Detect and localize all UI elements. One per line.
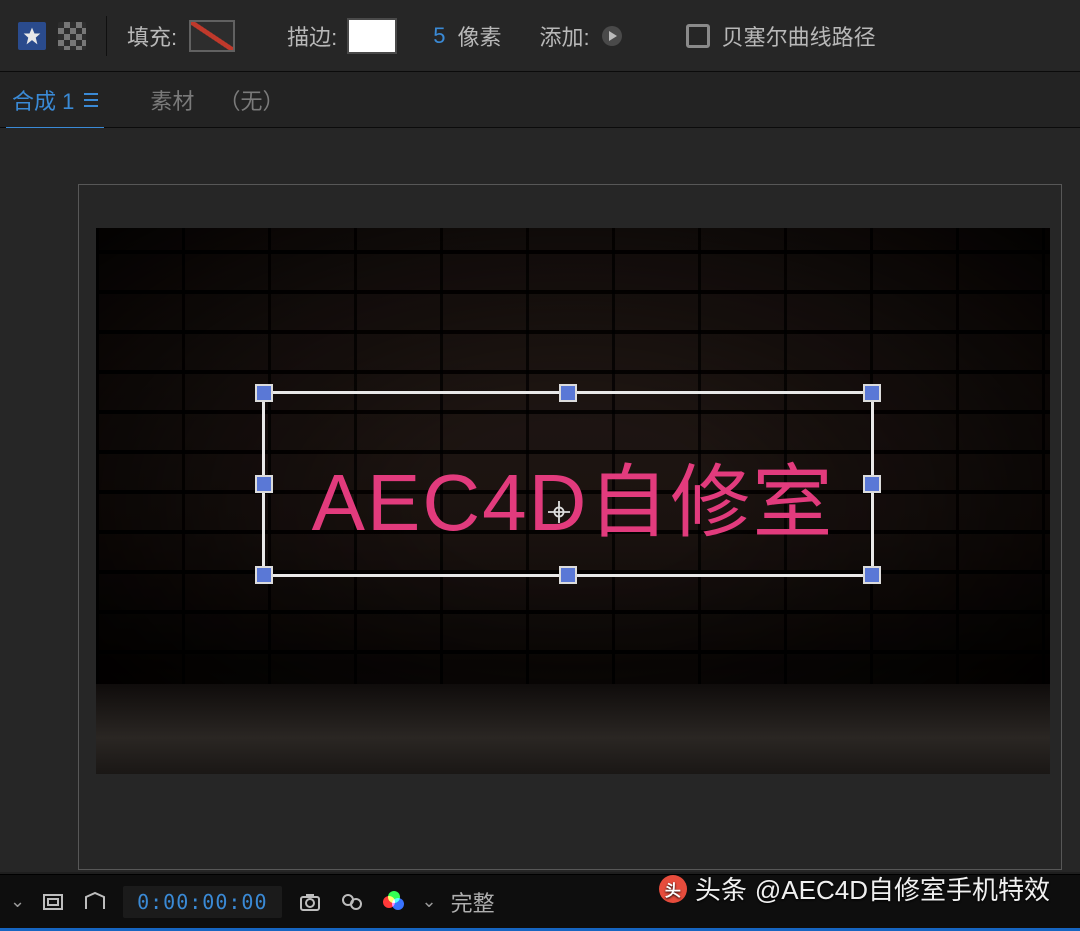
watermark-prefix: 头条 xyxy=(695,870,747,907)
handle-bot-mid[interactable] xyxy=(559,566,577,584)
stroke-swatch[interactable] xyxy=(349,20,395,52)
stroke-label: 描边: xyxy=(287,20,337,52)
watermark: 头 头条 @AEC4D自修室手机特效 xyxy=(659,870,1050,907)
handle-mid-right[interactable] xyxy=(863,475,881,493)
handle-bot-right[interactable] xyxy=(863,566,881,584)
tab-footage-label: 素材 xyxy=(150,89,194,114)
tab-footage-none: （无） xyxy=(219,89,285,114)
fill-swatch[interactable] xyxy=(189,20,235,52)
tab-composition[interactable]: 合成 1 xyxy=(6,70,104,130)
transparency-toggle-icon[interactable] xyxy=(81,888,109,916)
selection-box[interactable] xyxy=(262,391,874,577)
magnification-dropdown-icon[interactable]: ⌄ xyxy=(10,891,25,912)
bezier-label: 贝塞尔曲线路径 xyxy=(722,20,876,52)
snapshot-icon[interactable] xyxy=(296,888,324,916)
channel-icon[interactable] xyxy=(380,888,408,916)
channel-dropdown-icon[interactable]: ⌄ xyxy=(422,891,437,912)
tab-menu-icon[interactable] xyxy=(84,93,98,107)
handle-bot-left[interactable] xyxy=(255,566,273,584)
tab-composition-label: 合成 1 xyxy=(12,84,74,116)
stroke-width-value[interactable]: 5 xyxy=(433,23,445,49)
watermark-handle: @AEC4D自修室手机特效 xyxy=(755,870,1050,907)
watermark-logo-icon: 头 xyxy=(659,875,687,903)
current-timecode[interactable]: 0:00:00:00 xyxy=(123,886,281,918)
show-snapshot-icon[interactable] xyxy=(338,888,366,916)
composition-viewer[interactable]: AEC4D自修室 xyxy=(0,128,1080,872)
divider xyxy=(106,16,107,56)
bezier-checkbox[interactable] xyxy=(686,24,710,48)
fill-label: 填充: xyxy=(127,20,177,52)
panel-tab-row: 合成 1 素材 （无） xyxy=(0,72,1080,128)
stroke-width-unit: 像素 xyxy=(458,20,502,52)
resolution-label[interactable]: 完整 xyxy=(451,886,495,918)
floor-bg xyxy=(96,684,1050,774)
add-menu-icon[interactable] xyxy=(602,26,622,46)
handle-top-right[interactable] xyxy=(863,384,881,402)
tab-footage[interactable]: 素材 （无） xyxy=(144,70,290,130)
shape-toolbar: 填充: 描边: 5 像素 添加: 贝塞尔曲线路径 xyxy=(0,0,1080,72)
region-of-interest-icon[interactable] xyxy=(39,888,67,916)
handle-top-left[interactable] xyxy=(255,384,273,402)
star-tool-icon[interactable] xyxy=(18,22,46,50)
transparency-grid-icon[interactable] xyxy=(58,22,86,50)
handle-top-mid[interactable] xyxy=(559,384,577,402)
handle-mid-left[interactable] xyxy=(255,475,273,493)
add-label: 添加: xyxy=(540,20,590,52)
